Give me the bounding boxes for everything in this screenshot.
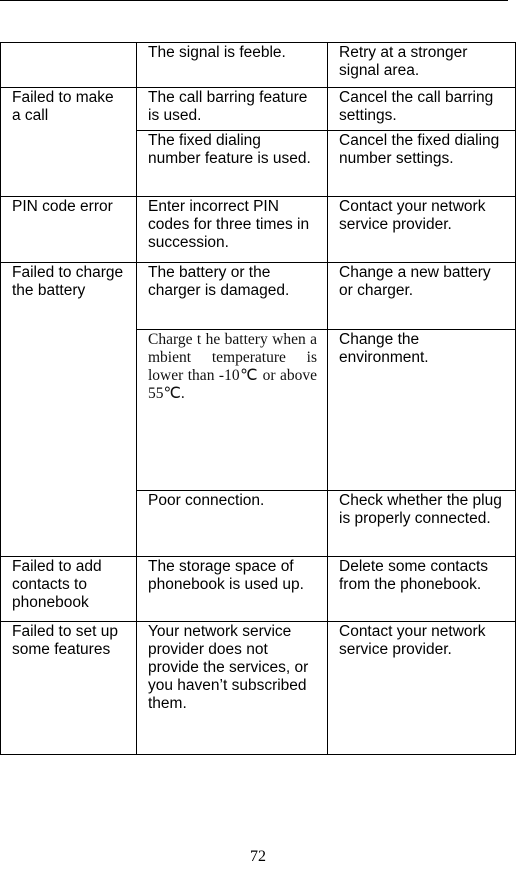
table-row: PIN code error Enter incorrect PIN codes… xyxy=(0,196,516,263)
cause-cell: Poor connection. xyxy=(136,490,328,557)
problem-cell: Failed to charge the battery xyxy=(0,262,137,557)
problem-cell: Failed to set up some features xyxy=(0,621,137,755)
solution-cell: Change the environment. xyxy=(327,329,516,491)
cause-cell: The storage space of phonebook is used u… xyxy=(136,556,328,622)
cause-cell: The signal is feeble. xyxy=(136,42,328,88)
solution-cell: Check whether the plug is properly conne… xyxy=(327,490,516,557)
table-row: Failed to set up some features Your netw… xyxy=(0,621,516,755)
header-rule xyxy=(0,0,508,1)
cause-cell: The call barring feature is used. xyxy=(136,87,328,131)
problem-cell: Failed to make a call xyxy=(0,87,137,197)
solution-cell: Retry at a stronger signal area. xyxy=(327,42,516,88)
table-row: Failed to add contacts to phonebook The … xyxy=(0,556,516,622)
cause-cell: Charge t he battery when a mbient temper… xyxy=(136,329,328,491)
cause-cell: Enter incorrect PIN codes for three time… xyxy=(136,196,328,263)
cause-cell: Your network service provider does not p… xyxy=(136,621,328,755)
solution-cell: Cancel the fixed dialing number settings… xyxy=(327,130,516,197)
troubleshooting-table: The signal is feeble. Retry at a stronge… xyxy=(0,42,516,755)
problem-cell: Failed to add contacts to phonebook xyxy=(0,556,137,622)
solution-cell: Cancel the call barring settings. xyxy=(327,87,516,131)
table-row: The signal is feeble. Retry at a stronge… xyxy=(0,42,516,88)
solution-cell: Contact your network service provider. xyxy=(327,621,516,755)
page-number: 72 xyxy=(250,848,266,865)
problem-cell xyxy=(0,42,137,88)
problem-cell: PIN code error xyxy=(0,196,137,263)
table-row: Failed to charge the battery The battery… xyxy=(0,262,516,557)
cause-cell: The battery or the charger is damaged. xyxy=(136,262,328,330)
cause-cell: The fixed dialing number feature is used… xyxy=(136,130,328,197)
table-row: Failed to make a call The call barring f… xyxy=(0,87,516,197)
solution-cell: Change a new battery or charger. xyxy=(327,262,516,330)
solution-cell: Delete some contacts from the phonebook. xyxy=(327,556,516,622)
solution-cell: Contact your network service provider. xyxy=(327,196,516,263)
